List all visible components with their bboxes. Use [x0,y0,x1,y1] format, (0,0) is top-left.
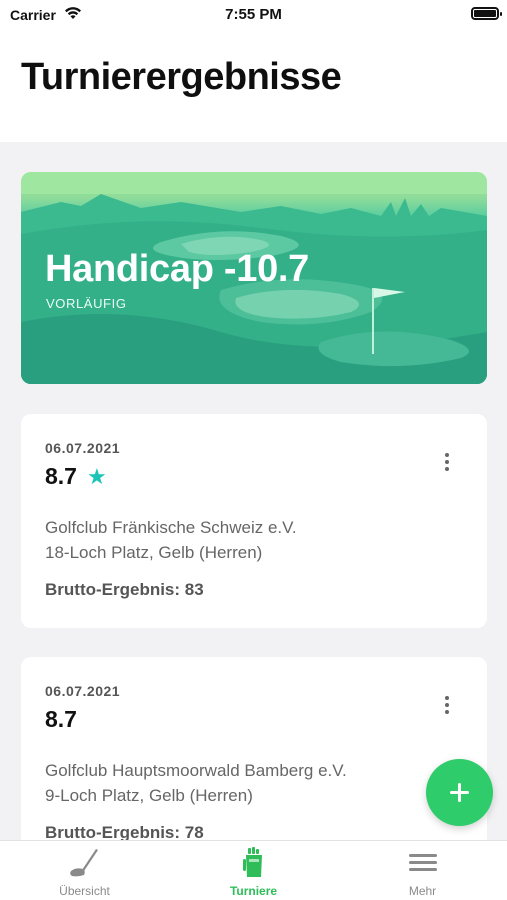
result-score: 8.7 [45,706,77,732]
result-club: Golfclub Fränkische Schweiz e.V. [45,518,297,537]
result-gross-score: Brutto-Ergebnis: 83 [45,580,204,599]
star-icon: ★ [87,464,107,489]
tab-tournaments[interactable]: Turniere [169,841,338,900]
tab-label: Mehr [408,884,437,898]
result-card[interactable]: 06.07.2021 8.7 Golfclub Hauptsmoorwald B… [21,657,487,857]
status-bar: Carrier 7:55 PM [0,0,507,30]
add-result-button[interactable] [426,759,493,826]
result-score: 8.7 [45,463,77,489]
result-date: 06.07.2021 [45,440,121,456]
hamburger-menu-icon [408,854,437,871]
page-title: Turnierergebnisse [21,56,342,98]
tab-more[interactable]: Mehr [338,841,507,900]
tab-label: Turniere [229,884,278,898]
battery-icon [471,7,502,20]
result-course: 18-Loch Platz, Gelb (Herren) [45,543,263,562]
result-card[interactable]: 06.07.2021 8.7 ★ Golfclub Fränkische Sch… [21,414,487,628]
more-options-button[interactable] [437,451,457,473]
tab-bar: Übersicht Turniere Mehr [0,840,507,900]
tab-overview[interactable]: Übersicht [0,841,169,900]
clock: 7:55 PM [225,6,282,23]
result-date: 06.07.2021 [45,683,121,699]
more-options-button[interactable] [437,694,457,716]
result-club: Golfclub Hauptsmoorwald Bamberg e.V. [45,761,347,780]
handicap-status: VORLÄUFIG [46,296,127,311]
golf-club-icon [69,849,98,877]
handicap-value: Handicap -10.7 [45,248,310,290]
handicap-card[interactable]: Handicap -10.7 VORLÄUFIG [21,172,487,384]
tab-label: Übersicht [59,884,110,898]
golf-bag-icon [242,847,262,877]
result-course: 9-Loch Platz, Gelb (Herren) [45,786,253,805]
